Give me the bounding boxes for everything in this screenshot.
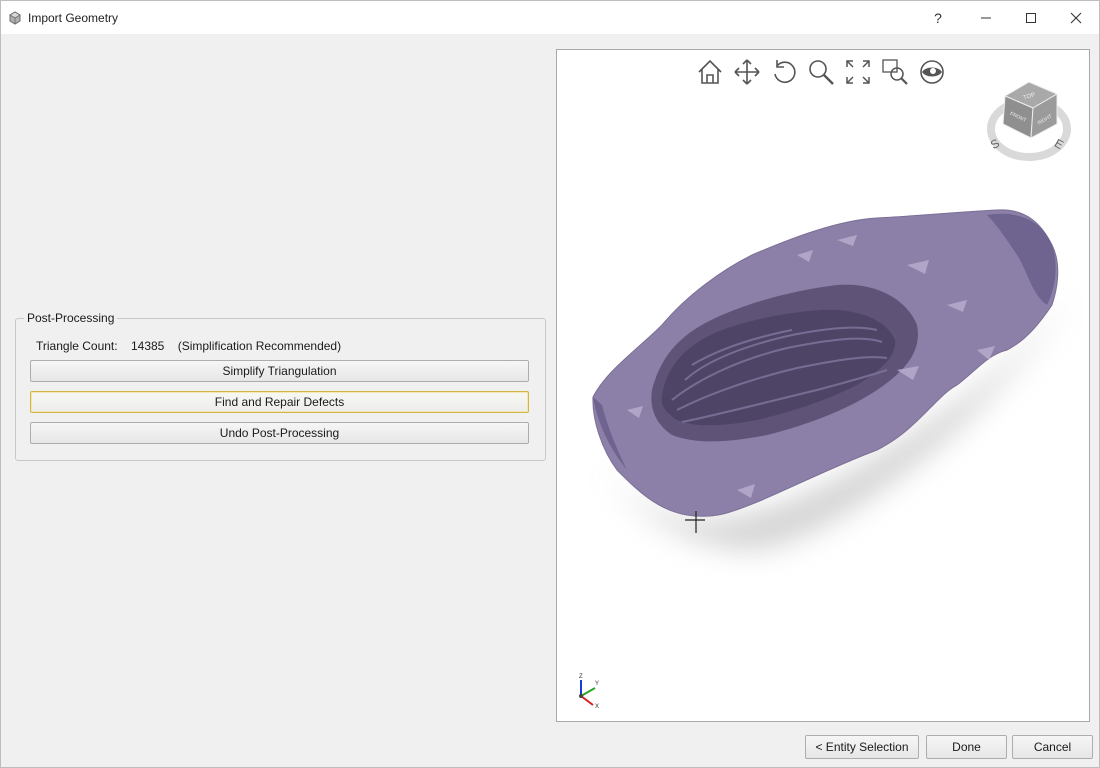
pan-icon[interactable] [732,57,762,87]
title-bar: Import Geometry ? [1,1,1099,34]
axis-z-label: Z [579,674,583,680]
axis-x-label: X [595,704,599,710]
axis-triad-icon: Z Y X [579,674,599,710]
triangle-count-note: (Simplification Recommended) [177,339,342,353]
app-icon [9,11,21,25]
simplify-triangulation-button[interactable]: Simplify Triangulation [30,360,529,382]
minimize-button[interactable] [963,1,1009,34]
post-processing-title: Post-Processing [24,311,118,325]
3d-viewport[interactable]: TOP FRONT RIGHT S E Z Y X [556,49,1090,722]
zoom-icon[interactable] [806,57,836,87]
home-icon[interactable] [695,57,725,87]
triangle-count-value: 14385 [130,339,165,353]
view-icon[interactable] [917,57,947,87]
cancel-button[interactable]: Cancel [1012,735,1093,759]
maximize-button[interactable] [1008,1,1054,34]
triangle-count-label: Triangle Count: [36,339,118,353]
crosshair-cursor-icon [685,511,705,533]
zoom-extents-icon[interactable] [843,57,873,87]
undo-post-processing-button[interactable]: Undo Post-Processing [30,422,529,444]
window-title: Import Geometry [28,11,119,25]
help-button[interactable]: ? [915,1,961,34]
maximize-icon [1026,12,1036,23]
view-cube[interactable]: TOP FRONT RIGHT S E [987,74,1077,164]
close-icon [1070,12,1082,23]
axis-y-label: Y [595,681,599,687]
rotate-icon[interactable] [769,57,799,87]
zoom-window-icon[interactable] [880,57,910,87]
minimize-icon [981,17,991,18]
import-geometry-dialog: Import Geometry ? Post-Processing Triang… [0,0,1100,768]
triangle-count-row: Triangle Count: 14385 (Simplification Re… [36,339,341,353]
find-and-repair-defects-button[interactable]: Find and Repair Defects [30,391,529,413]
done-button[interactable]: Done [926,735,1007,759]
entity-selection-button[interactable]: < Entity Selection [805,735,919,759]
close-button[interactable] [1053,1,1099,34]
post-processing-group: Post-Processing Triangle Count: 14385 (S… [15,311,546,461]
